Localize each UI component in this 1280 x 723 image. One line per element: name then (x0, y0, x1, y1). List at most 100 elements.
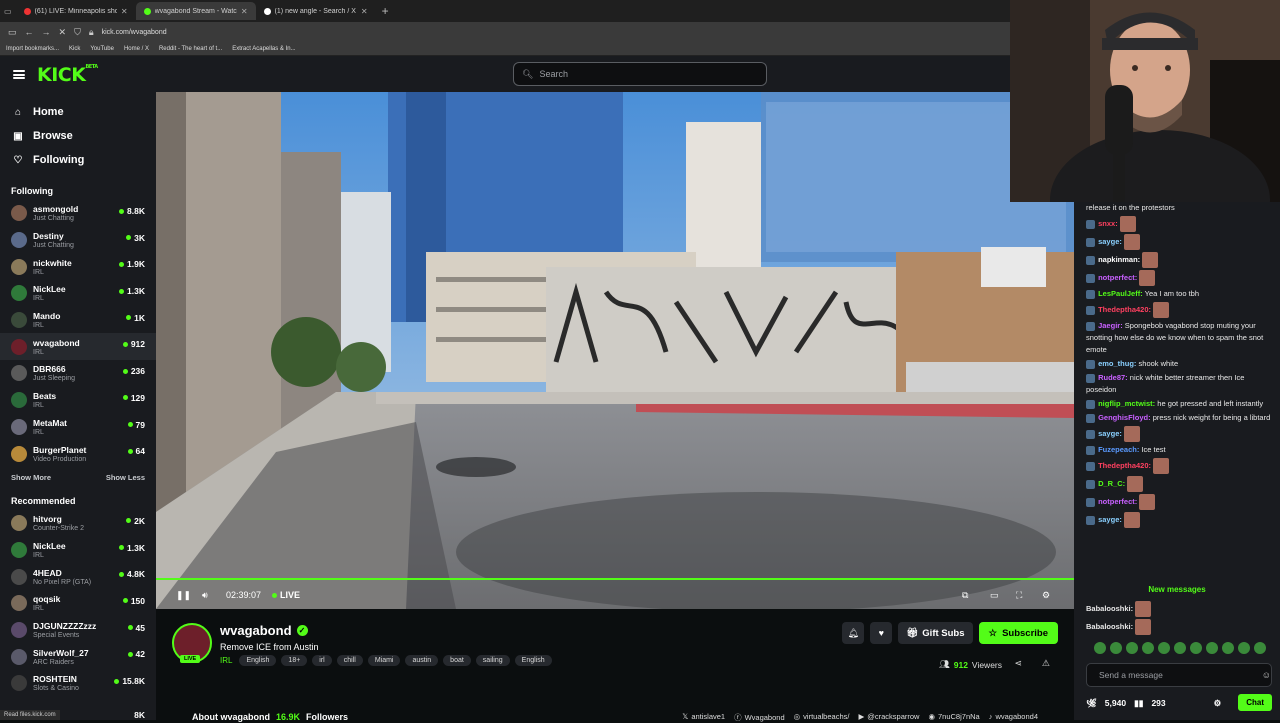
emote-icon[interactable] (1158, 642, 1170, 654)
bookmark-item[interactable]: Home / X (124, 46, 149, 52)
gift-subs-button[interactable]: 🎁︎ Gift Subs (898, 622, 973, 644)
bookmark-item[interactable]: YouTube (90, 46, 114, 52)
bookmark-item[interactable]: Import bookmarks... (6, 46, 59, 52)
search-box[interactable]: 🔍︎ (513, 62, 767, 86)
sidebar-channel-dbr666[interactable]: DBR666 Just Sleeping 236 (0, 360, 156, 387)
sidebar-toggle-icon[interactable]: ▭ (8, 27, 17, 38)
chat-username[interactable]: emo_thug: (1098, 359, 1136, 368)
new-messages-banner[interactable]: New messages (1086, 585, 1268, 594)
chat-username[interactable]: GenghisFloyd: (1098, 413, 1151, 422)
category-link[interactable]: IRL (220, 656, 232, 665)
emote-icon[interactable] (1094, 642, 1106, 654)
emote-icon[interactable] (1238, 642, 1250, 654)
theater-mode-icon[interactable]: ▭ (990, 590, 999, 601)
emote-icon[interactable] (1110, 642, 1122, 654)
close-tab-icon[interactable]: ✕ (361, 7, 368, 16)
channel-points[interactable]: 5,940 (1105, 698, 1126, 708)
url-field[interactable]: kick.com/wvagabond (102, 29, 167, 36)
social-link[interactable]: ◉ 7nuC8j7nNa (928, 712, 979, 723)
progress-bar[interactable] (156, 578, 1074, 580)
tag-chip[interactable]: chill (336, 655, 363, 666)
sidebar-channel-qoqsik[interactable]: qoqsik IRL 150 (0, 590, 156, 617)
chat-username[interactable]: D_R_C: (1098, 479, 1125, 488)
settings-icon[interactable]: ⚙ (1042, 590, 1050, 601)
chat-username[interactable]: sayge: (1098, 237, 1122, 246)
bookmark-item[interactable]: Reddit - The heart of t... (159, 46, 222, 52)
new-tab-icon[interactable]: + (382, 4, 389, 18)
window-menu-icon[interactable]: ▭ (4, 7, 12, 16)
emote-icon[interactable] (1222, 642, 1234, 654)
emote-icon[interactable] (1174, 642, 1186, 654)
chat-username[interactable]: sayge: (1098, 429, 1122, 438)
emote-icon[interactable] (1126, 642, 1138, 654)
share-icon[interactable]: ⋖ (1014, 658, 1022, 669)
chat-username[interactable]: Thedeptha420: (1098, 305, 1151, 314)
sidebar-channel-djgunzzzzzzz[interactable]: DJGUNZZZZzzz Special Events 45 (0, 617, 156, 644)
sidebar-channel-4head[interactable]: 4HEAD No Pixel RP (GTA) 4.8K (0, 563, 156, 590)
chat-username[interactable]: Jaegir: (1098, 321, 1123, 330)
send-chat-button[interactable]: Chat (1238, 694, 1272, 711)
tag-chip[interactable]: austin (405, 655, 439, 666)
chat-input-box[interactable]: ☺ (1086, 663, 1272, 687)
tag-chip[interactable]: English (514, 655, 552, 666)
subscribe-button[interactable]: ☆ Subscribe (978, 622, 1058, 644)
tag-chip[interactable]: Miami (367, 655, 401, 666)
chat-username[interactable]: Fuzepeach: (1098, 445, 1139, 454)
chat-username[interactable]: Babalooshki: (1086, 622, 1133, 631)
sidebar-channel-nickwhite[interactable]: nickwhite IRL 1.9K (0, 253, 156, 280)
sidebar-channel-hitvorg[interactable]: hitvorg Counter-Strike 2 2K (0, 510, 156, 537)
tag-chip[interactable]: sailing (475, 655, 510, 666)
video-player[interactable] (156, 92, 1074, 609)
emote-icon[interactable] (1142, 642, 1154, 654)
sidebar-channel-nicklee[interactable]: NickLee IRL 1.3K (0, 280, 156, 307)
social-link[interactable]: ⓕ Wvagabond (734, 712, 785, 723)
nav-item-home[interactable]: ⌂ Home (0, 100, 156, 124)
emoji-picker-icon[interactable]: ☺ (1262, 670, 1271, 680)
sidebar-channel-destiny[interactable]: Destiny Just Chatting 3K (0, 227, 156, 254)
chat-username[interactable]: Rude87: (1098, 373, 1128, 382)
sidebar-channel-wvagabond[interactable]: wvagabond IRL 912 (0, 333, 156, 361)
bookmark-item[interactable]: Kick (69, 46, 80, 52)
tag-chip[interactable]: 18+ (281, 655, 308, 666)
tag-chip[interactable]: boat (443, 655, 471, 666)
channel-name[interactable]: wvagabond ✓ (220, 623, 308, 638)
browser-tab[interactable]: (1) new angle - Search / X ✕ (256, 2, 376, 20)
close-tab-icon[interactable]: ✕ (241, 7, 248, 16)
forward-icon[interactable]: → (42, 27, 51, 37)
channel-points-icon[interactable]: 🌿︎ (1086, 698, 1097, 709)
report-icon[interactable]: ⚠ (1042, 658, 1050, 669)
chat-username[interactable]: notperfect: (1098, 497, 1137, 506)
browser-tab[interactable]: wvagabond Stream - Watch ✕ (135, 2, 256, 20)
follow-heart-icon[interactable]: ♥ (870, 622, 893, 644)
sidebar-channel-metamat[interactable]: MetaMat IRL 79 (0, 414, 156, 441)
kick-logo[interactable]: KICKBETA (37, 64, 98, 86)
chat-username[interactable]: snxx: (1098, 219, 1118, 228)
chat-username[interactable]: napkinman: (1098, 255, 1140, 264)
reload-icon[interactable]: ✕ (59, 27, 67, 38)
show-less-button[interactable]: Show Less (106, 473, 145, 482)
back-icon[interactable]: ← (25, 27, 34, 37)
emote-icon[interactable] (1190, 642, 1202, 654)
bookmark-item[interactable]: Extract Acapellas & In... (232, 46, 295, 52)
tag-chip[interactable]: English (239, 655, 277, 666)
chat-username[interactable]: nigflip_mctwist: (1098, 399, 1155, 408)
nav-item-browse[interactable]: ▣ Browse (0, 124, 156, 148)
chat-username[interactable]: Babalooshki: (1086, 604, 1133, 613)
chat-username[interactable]: notperfect: (1098, 273, 1137, 282)
volume-icon[interactable]: 🔊︎ (202, 590, 208, 601)
social-link[interactable]: 𝕏antislave1 (682, 712, 725, 723)
live-indicator[interactable]: LIVE (272, 590, 300, 600)
sidebar-channel-nicklee[interactable]: NickLee IRL 1.3K (0, 537, 156, 564)
sidebar-channel-roshtein[interactable]: ROSHTEIN Slots & Casino 15.8K (0, 670, 156, 697)
nav-item-following[interactable]: ♡ Following (0, 148, 156, 172)
emote-icon[interactable] (1206, 642, 1218, 654)
clip-icon[interactable]: ⧉ (962, 590, 968, 601)
sidebar-channel-beats[interactable]: Beats IRL 129 (0, 387, 156, 414)
chat-settings-icon[interactable]: ⚙ (1214, 698, 1222, 709)
social-link[interactable]: ◎ virtualbeachs/ (794, 712, 850, 723)
sidebar-channel-mando[interactable]: Mando IRL 1K (0, 307, 156, 334)
notification-bell-icon[interactable]: 🔔︎ (842, 622, 865, 644)
emote-icon[interactable] (1254, 642, 1266, 654)
menu-icon[interactable] (13, 70, 25, 79)
chat-username[interactable]: Thedeptha420: (1098, 461, 1151, 470)
